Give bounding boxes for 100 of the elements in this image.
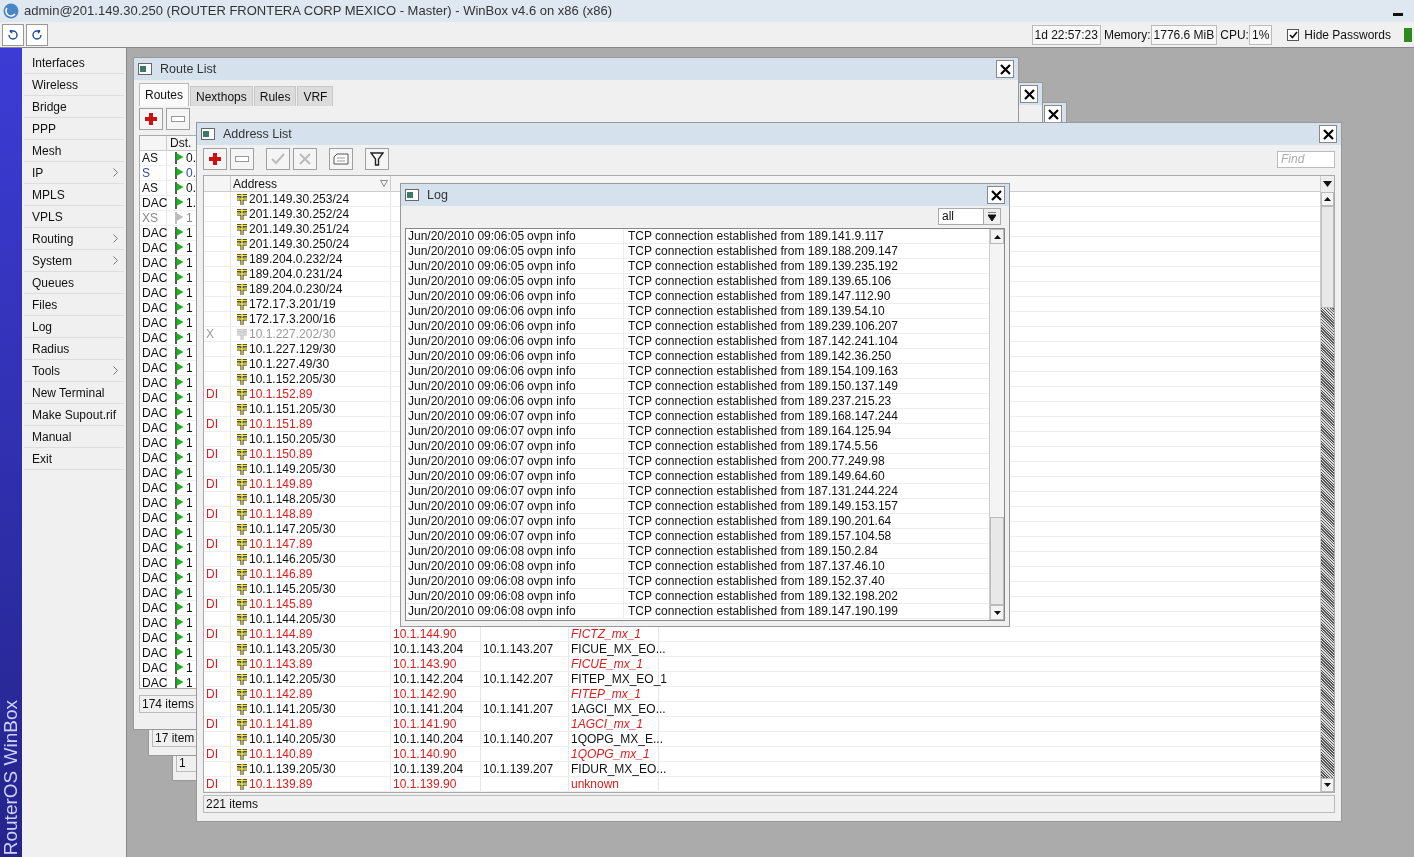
flag-icon <box>175 557 184 569</box>
flag-icon <box>175 617 184 629</box>
menu-item[interactable]: PPP <box>24 118 124 140</box>
log-message: TCP connection established from 189.164.125.94 <box>627 424 892 438</box>
item-count: 17 item <box>155 730 195 747</box>
menu-item[interactable]: Exit <box>24 448 124 470</box>
comment-button[interactable] <box>329 148 353 170</box>
close-button[interactable] <box>1319 125 1337 143</box>
menu-item[interactable]: Bridge <box>24 96 124 118</box>
table-cell: 10.1.152.89 <box>249 387 313 401</box>
table-cell: FICUE_MX_EO... <box>571 642 666 656</box>
log-time: Jun/20/2010 09:06:05 <box>406 229 523 243</box>
address-icon <box>236 763 248 775</box>
menu-item[interactable]: VPLS <box>24 206 124 228</box>
remove-button[interactable] <box>166 108 190 130</box>
table-cell: 10.1.144.205/30 <box>249 612 336 626</box>
connection-indicator <box>1404 27 1412 42</box>
window-icon <box>138 63 152 75</box>
table-cell: 201.149.30.252/24 <box>249 207 350 221</box>
column-header[interactable]: Address <box>231 176 391 191</box>
address-icon <box>236 418 248 430</box>
scrollbar-thumb[interactable] <box>990 517 1004 605</box>
redo-button[interactable] <box>26 23 48 46</box>
find-field[interactable]: Find <box>1277 150 1335 168</box>
log-time: Jun/20/2010 09:06:07 <box>406 454 523 468</box>
scroll-down-button[interactable] <box>1321 778 1334 792</box>
address-icon <box>236 583 248 595</box>
route-flags: DAC <box>142 466 168 480</box>
flag-icon <box>175 497 184 509</box>
menu-item[interactable]: IP <box>24 162 124 184</box>
close-button[interactable] <box>1020 85 1038 103</box>
tab[interactable]: Rules <box>253 86 297 106</box>
close-button[interactable] <box>996 60 1014 78</box>
log-time: Jun/20/2010 09:06:06 <box>406 394 523 408</box>
column-header[interactable]: Dst. <box>167 136 195 150</box>
filter-button[interactable] <box>365 148 389 170</box>
route-flags: DAC <box>142 346 168 360</box>
add-button[interactable] <box>139 108 163 130</box>
flag-icon <box>175 542 184 554</box>
log-message: TCP connection established from 189.154.109.163 <box>627 364 898 378</box>
tab[interactable]: Routes <box>139 83 190 106</box>
table-cell: 10.1.147.89 <box>249 537 313 551</box>
table-cell: 0. <box>186 181 196 195</box>
table-cell: 1 <box>186 406 193 420</box>
menu-item[interactable]: Files <box>24 294 124 316</box>
menu-item[interactable]: Make Supout.rif <box>24 404 124 426</box>
menu-item[interactable]: Queues <box>24 272 124 294</box>
flag-icon <box>175 212 184 224</box>
add-button[interactable] <box>203 148 227 170</box>
arrow-down-icon <box>993 610 1001 615</box>
topic-filter-dropdown[interactable]: all <box>938 207 1001 225</box>
close-button[interactable] <box>1044 105 1062 123</box>
remove-button[interactable] <box>230 148 254 170</box>
menu-item[interactable]: Interfaces <box>24 52 124 74</box>
menu-item[interactable]: MPLS <box>24 184 124 206</box>
scroll-up-button[interactable] <box>990 229 1004 244</box>
address-flags: DI <box>206 717 218 731</box>
scroll-down-button[interactable] <box>990 605 1004 620</box>
address-flags: DI <box>206 507 218 521</box>
menu-item[interactable]: Manual <box>24 426 124 448</box>
menu-item[interactable]: Routing <box>24 228 124 250</box>
table-cell: 1 <box>186 256 193 270</box>
hide-passwords-checkbox[interactable] <box>1287 28 1300 41</box>
close-icon <box>990 189 1002 201</box>
column-menu-button[interactable] <box>1321 176 1334 192</box>
address-icon <box>236 673 248 685</box>
menu-item[interactable]: Tools <box>24 360 124 382</box>
table-cell: 189.204.0.231/24 <box>249 267 343 281</box>
banner-text: RouterOS WinBox <box>0 699 22 855</box>
undo-button[interactable] <box>2 23 24 46</box>
log-topics: ovpn info <box>523 349 624 363</box>
table-cell: 1 <box>186 301 193 315</box>
address-icon <box>236 328 248 340</box>
scrollbar-thumb[interactable] <box>1321 206 1334 308</box>
scroll-up-button[interactable] <box>1321 192 1334 206</box>
menu-item[interactable]: Radius <box>24 338 124 360</box>
route-flags: DAC <box>142 406 168 420</box>
log-topics: ovpn info <box>523 454 624 468</box>
close-button[interactable] <box>987 186 1005 204</box>
menu-item[interactable]: Log <box>24 316 124 338</box>
log-time: Jun/20/2010 09:06:07 <box>406 484 523 498</box>
log-topics: ovpn info <box>523 589 624 603</box>
log-message: TCP connection established from 189.141.9.117 <box>627 229 884 243</box>
menu-item[interactable]: Wireless <box>24 74 124 96</box>
table-cell: 10.1.150.205/30 <box>249 432 336 446</box>
log-topics: ovpn info <box>523 604 624 618</box>
route-flags: XS <box>142 211 158 225</box>
log-message: TCP connection established from 189.190.201.64 <box>627 514 892 528</box>
tab[interactable]: VRF <box>297 86 334 106</box>
table-cell: 1. <box>186 196 196 210</box>
address-icon <box>236 733 248 745</box>
table-cell: 10.1.146.205/30 <box>249 552 336 566</box>
plus-icon <box>208 152 222 166</box>
table-cell: 201.149.30.251/24 <box>249 222 350 236</box>
table-cell: 1 <box>186 586 193 600</box>
tab[interactable]: Nexthops <box>190 86 253 106</box>
menu-item[interactable]: System <box>24 250 124 272</box>
menu-item[interactable]: New Terminal <box>24 382 124 404</box>
menu-item[interactable]: Mesh <box>24 140 124 162</box>
hide-passwords-label: Hide Passwords <box>1304 26 1391 44</box>
